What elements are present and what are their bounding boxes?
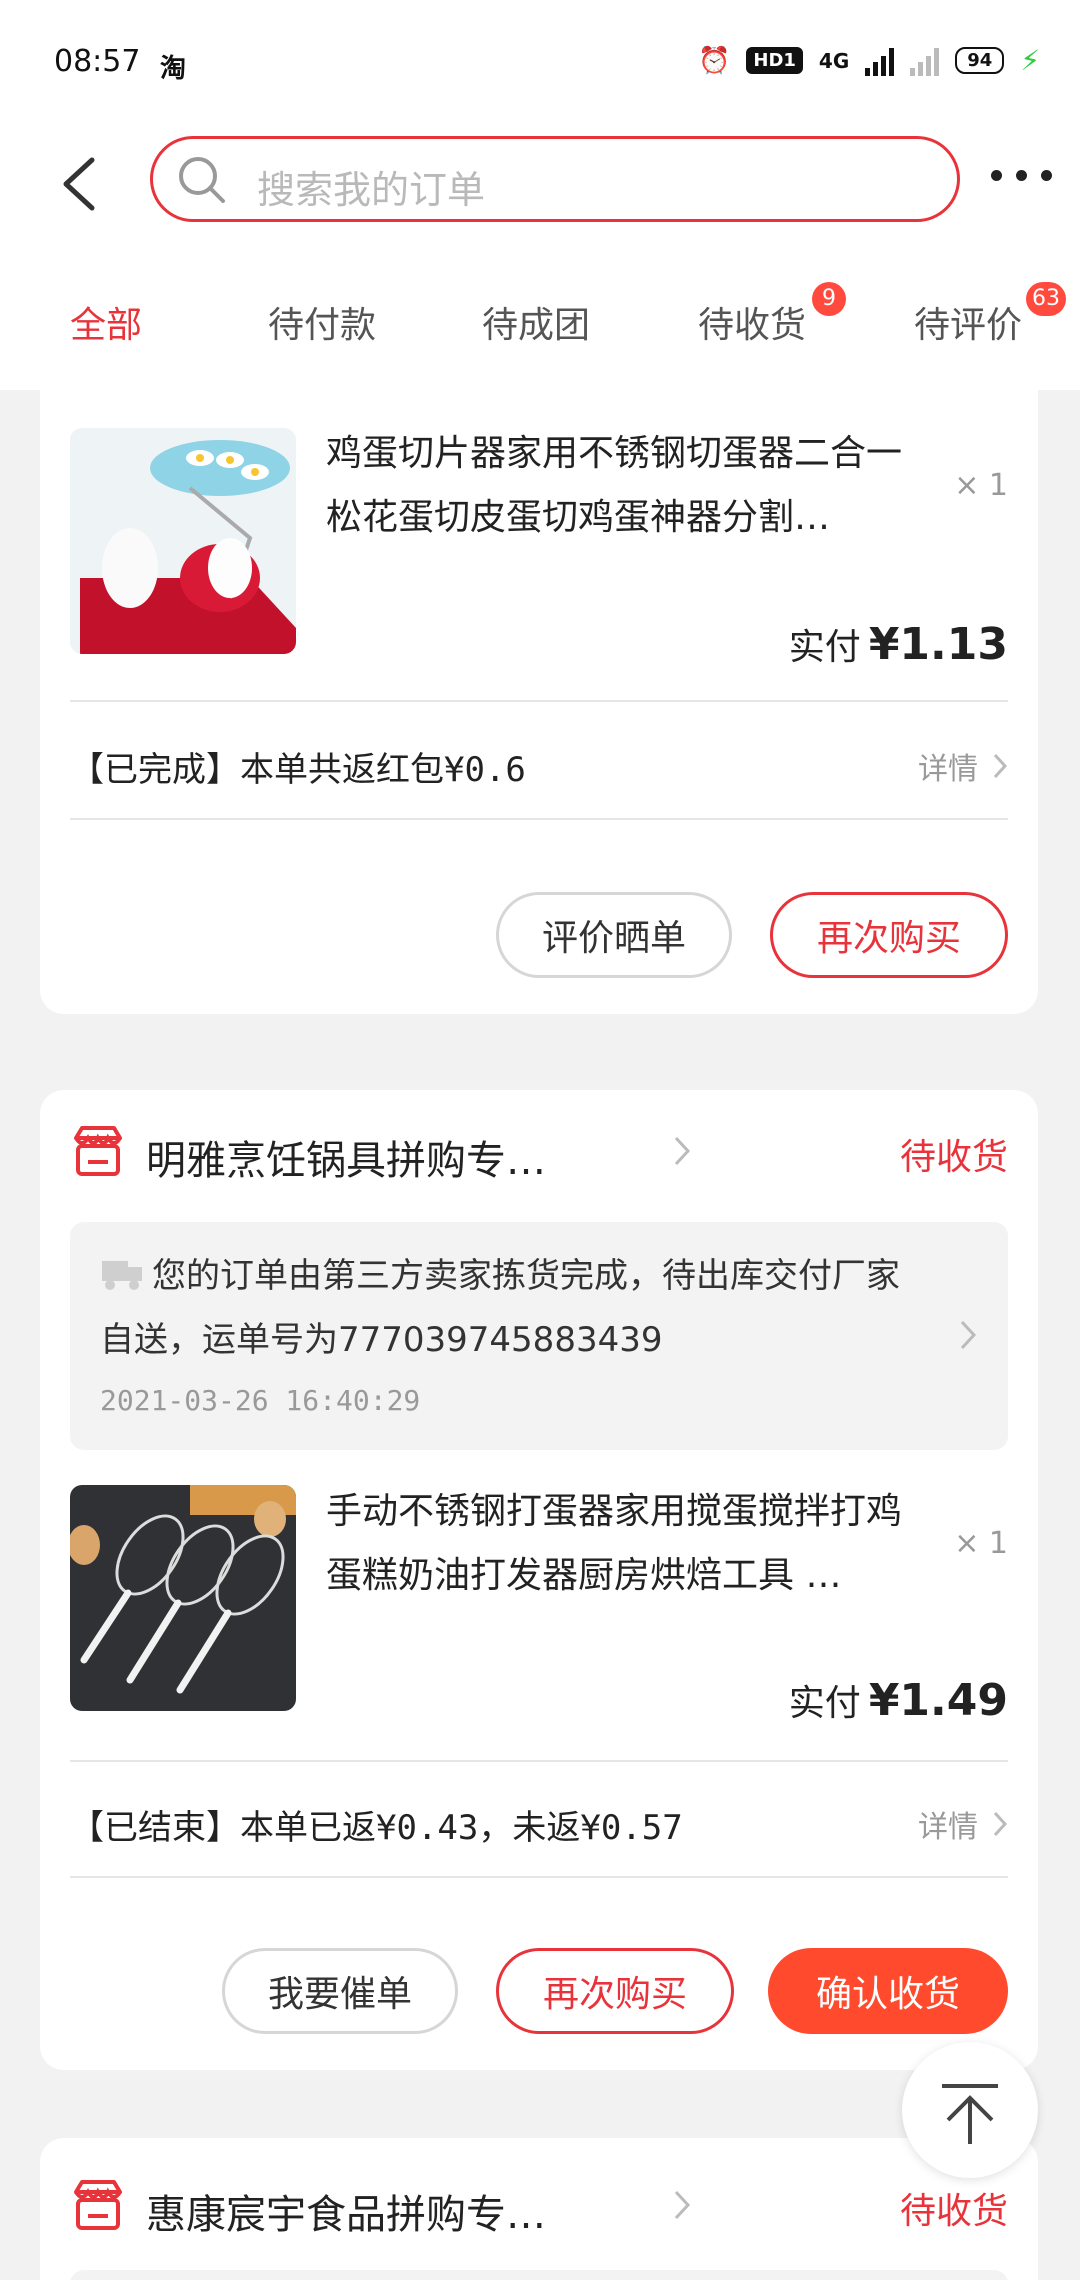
tab-badge-review: 63	[1026, 282, 1066, 316]
chevron-right-icon	[993, 753, 1008, 779]
product-image[interactable]	[70, 1485, 296, 1711]
rebate-text: 【已结束】本单已返¥0.43，未返¥0.57	[70, 1808, 683, 1848]
divider	[70, 700, 1008, 702]
tab-all[interactable]: 全部	[70, 296, 142, 348]
alarm-icon: ⏰	[698, 45, 731, 76]
buy-again-button[interactable]: 再次购买	[770, 892, 1008, 978]
signal-secondary-icon	[910, 46, 940, 76]
tab-pending-group[interactable]: 待成团	[482, 296, 590, 348]
paid-label: 实付	[788, 627, 861, 668]
product-title[interactable]: 手动不锈钢打蛋器家用搅蛋搅拌打鸡蛋糕奶油打发器厨房烘焙工具 …	[326, 1480, 926, 1608]
confirm-receipt-button[interactable]: 确认收货	[768, 1948, 1008, 2034]
paid-amount: 实付 ¥1.13	[789, 618, 1008, 670]
order-list[interactable]: 鸡蛋切片器家用不锈钢切蛋器二合一松花蛋切皮蛋切鸡蛋神器分割… × 1 实付 ¥1.…	[0, 390, 1080, 2280]
chevron-right-icon	[674, 2190, 691, 2220]
logistics-time: 2021-03-26 16:40:29	[100, 1384, 421, 1417]
tab-pending-payment[interactable]: 待付款	[268, 296, 376, 348]
taobao-notification-icon: 淘	[160, 54, 187, 84]
divider	[70, 818, 1008, 820]
detail-label: 详情	[918, 1810, 978, 1845]
product-image[interactable]	[70, 428, 296, 654]
chevron-right-icon	[960, 1320, 977, 1350]
logistics-panel[interactable]	[70, 2270, 1008, 2280]
network-type: 4G	[818, 48, 850, 73]
logistics-panel[interactable]: 您的订单由第三方卖家拣货完成，待出库交付厂家自送，运单号为77703974588…	[70, 1222, 1008, 1450]
chevron-right-icon	[674, 1136, 691, 1166]
egg-slicer-image	[70, 428, 296, 654]
review-button[interactable]: 评价晒单	[496, 892, 732, 978]
quantity: × 1	[954, 1526, 1008, 1561]
paid-value: ¥1.49	[868, 1675, 1008, 1726]
paid-value: ¥1.13	[868, 619, 1008, 670]
signal-icon	[865, 46, 895, 76]
order-status: 待收货	[899, 2191, 1008, 2232]
rebate-detail-link[interactable]: 详情	[918, 744, 1008, 788]
product-title[interactable]: 鸡蛋切片器家用不锈钢切蛋器二合一松花蛋切皮蛋切鸡蛋神器分割…	[326, 422, 926, 550]
charging-icon: ⚡	[1020, 44, 1040, 77]
tab-pending-review[interactable]: 待评价	[914, 296, 1022, 348]
tab-badge-receipt: 9	[812, 282, 846, 316]
tab-pending-receipt[interactable]: 待收货	[698, 296, 806, 348]
store-name[interactable]: 惠康宸宇食品拼购专…	[146, 2182, 546, 2240]
more-menu-icon[interactable]	[991, 170, 1052, 181]
urge-order-button[interactable]: 我要催单	[222, 1948, 458, 2034]
back-to-top-button[interactable]	[902, 2042, 1038, 2178]
order-card: 鸡蛋切片器家用不锈钢切蛋器二合一松花蛋切皮蛋切鸡蛋神器分割… × 1 实付 ¥1.…	[40, 390, 1038, 1014]
store-name[interactable]: 明雅烹饪锅具拼购专…	[146, 1128, 546, 1186]
buy-again-button[interactable]: 再次购买	[496, 1948, 734, 2034]
divider	[70, 1876, 1008, 1878]
order-card: 明雅烹饪锅具拼购专… 待收货 您的订单由第三方卖家拣货完成，待出库交付厂家自送，…	[40, 1090, 1038, 2070]
detail-label: 详情	[918, 752, 978, 787]
order-card: 惠康宸宇食品拼购专… 待收货	[40, 2138, 1038, 2280]
search-input[interactable]: 搜索我的订单	[150, 136, 960, 222]
rebate-detail-link[interactable]: 详情	[918, 1802, 1008, 1846]
store-header[interactable]: 惠康宸宇食品拼购专… 待收货	[70, 2172, 1008, 2242]
paid-amount: 实付 ¥1.49	[789, 1674, 1008, 1726]
header: 搜索我的订单	[0, 130, 1080, 260]
search-icon	[179, 157, 225, 203]
back-arrow-icon[interactable]	[54, 154, 114, 214]
rebate-text: 【已完成】本单共返红包¥0.6	[70, 750, 526, 790]
hd-icon: HD1	[746, 47, 803, 74]
battery-icon: 94	[955, 47, 1005, 74]
order-status: 待收货	[899, 1137, 1008, 1178]
status-icons: ⏰ HD1 4G 94 ⚡	[698, 44, 1040, 77]
divider	[70, 1760, 1008, 1762]
truck-icon	[102, 1261, 142, 1290]
whisk-image	[70, 1485, 296, 1711]
store-icon	[74, 2180, 122, 2230]
paid-label: 实付	[788, 1683, 861, 1724]
logistics-message: 您的订单由第三方卖家拣货完成，待出库交付厂家自送，运单号为77703974588…	[100, 1256, 900, 1360]
store-icon	[74, 1126, 122, 1176]
logistics-text: 您的订单由第三方卖家拣货完成，待出库交付厂家自送，运单号为77703974588…	[100, 1244, 920, 1372]
order-tabs: 全部 待付款 待成团 待收货 9 待评价 63	[0, 260, 1080, 390]
quantity: × 1	[954, 468, 1008, 503]
search-placeholder: 搜索我的订单	[257, 168, 486, 212]
status-time: 08:57	[54, 44, 141, 79]
store-header[interactable]: 明雅烹饪锅具拼购专… 待收货	[70, 1118, 1008, 1188]
chevron-right-icon	[993, 1811, 1008, 1837]
status-bar: 08:57 淘 ⏰ HD1 4G 94 ⚡	[0, 0, 1080, 130]
arrow-up-icon	[942, 2084, 998, 2144]
